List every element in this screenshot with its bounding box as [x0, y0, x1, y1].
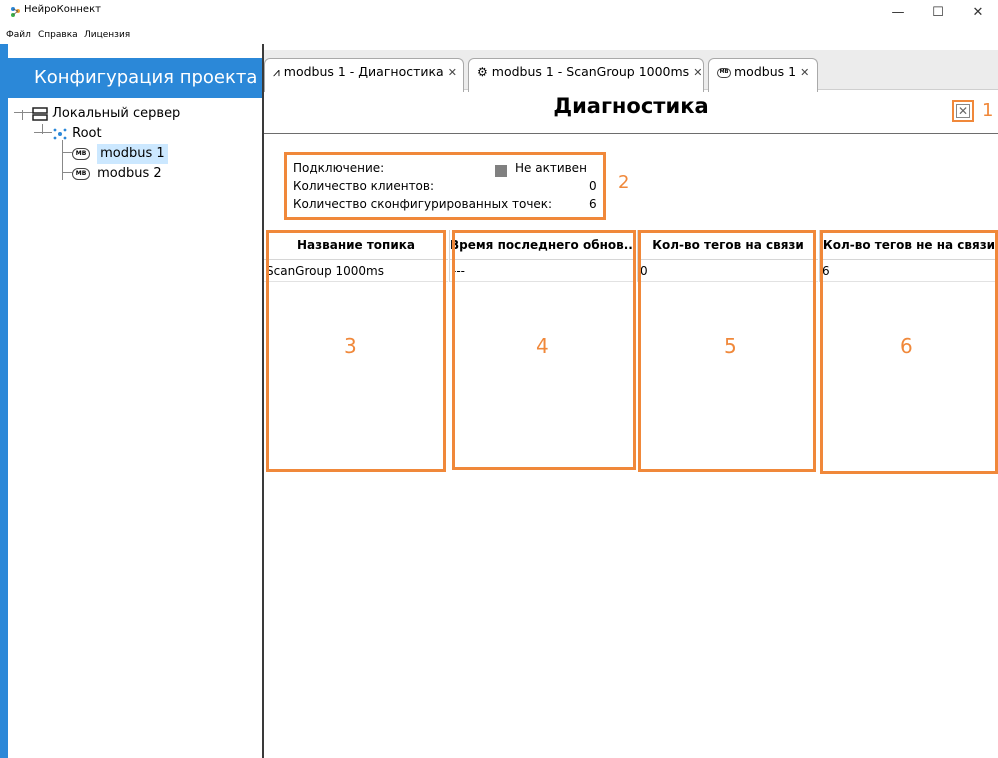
- tree-item-label: Root: [72, 126, 102, 141]
- annotation-number: 4: [536, 334, 549, 358]
- tree-connector: [14, 112, 34, 113]
- app-logo-icon: [11, 7, 20, 17]
- clients-label: Количество клиентов:: [293, 179, 435, 193]
- server-icon: [32, 107, 48, 121]
- connection-label: Подключение:: [293, 161, 385, 175]
- scangroup-icon: ⚙: [477, 65, 488, 79]
- menu-bar: Файл Справка Лицензия: [0, 28, 998, 44]
- tree-item-modbus-2[interactable]: MB modbus 2: [72, 164, 162, 184]
- annotation-number: 1: [982, 100, 994, 121]
- close-window-button[interactable]: ✕: [958, 2, 998, 24]
- tab-label: modbus 1 - ScanGroup 1000ms: [491, 64, 690, 79]
- annotation-frame-1: ✕: [952, 100, 974, 122]
- app-window: НейроКоннект — ☐ ✕ Файл Справка Лицензия…: [0, 0, 998, 758]
- tree-item-label: modbus 1: [97, 144, 168, 164]
- tree-item-local-server[interactable]: Локальный сервер: [32, 104, 180, 124]
- tab-close-icon[interactable]: ✕: [448, 66, 457, 79]
- annotation-number: 5: [724, 334, 737, 358]
- connection-info-panel: Подключение: Не активен Количество клиен…: [284, 152, 606, 220]
- diagnostics-header: Диагностика ✕ 1: [264, 90, 998, 134]
- modbus-icon: MB: [717, 67, 731, 78]
- page-title: Диагностика: [553, 94, 709, 118]
- menu-license[interactable]: Лицензия: [84, 30, 130, 40]
- tab-close-icon[interactable]: ✕: [800, 66, 809, 79]
- sidebar: Конфигурация проекта Локальный сервер Ro…: [8, 44, 264, 758]
- annotation-number: 6: [900, 334, 913, 358]
- tab-strip: ⩘ modbus 1 - Диагностика ✕ ⚙ modbus 1 - Sca…: [264, 50, 998, 92]
- tab-close-icon[interactable]: ✕: [693, 66, 702, 79]
- tab-scangroup[interactable]: ⚙ modbus 1 - ScanGroup 1000ms ✕: [468, 58, 704, 92]
- menu-help[interactable]: Справка: [38, 30, 78, 40]
- diagnostics-icon: ⩘: [273, 65, 280, 79]
- tab-label: modbus 1: [734, 64, 797, 79]
- connection-status: Не активен: [515, 161, 587, 175]
- points-count: 6: [589, 197, 597, 211]
- close-panel-icon[interactable]: ✕: [956, 104, 970, 118]
- title-bar: НейроКоннект — ☐ ✕: [0, 0, 998, 28]
- content-pane: ⩘ modbus 1 - Диагностика ✕ ⚙ modbus 1 - Sca…: [264, 44, 998, 758]
- modbus-icon: MB: [72, 148, 90, 160]
- tree-item-label: Локальный сервер: [52, 106, 181, 121]
- status-indicator-icon: [495, 165, 507, 177]
- annotation-number: 2: [618, 172, 630, 193]
- tree-item-modbus-1[interactable]: MB modbus 1: [72, 144, 168, 164]
- tab-label: modbus 1 - Диагностика: [283, 64, 444, 79]
- tab-diagnostics[interactable]: ⩘ modbus 1 - Диагностика ✕: [264, 58, 464, 92]
- tree-item-root[interactable]: Root: [52, 124, 102, 144]
- modbus-icon: MB: [72, 168, 90, 180]
- points-label: Количество сконфигурированных точек:: [293, 197, 553, 211]
- root-network-icon: [53, 128, 67, 140]
- sidebar-header: Конфигурация проекта: [8, 58, 262, 98]
- maximize-button[interactable]: ☐: [918, 2, 958, 24]
- menu-file[interactable]: Файл: [6, 30, 31, 40]
- window-title: НейроКоннект: [24, 4, 101, 15]
- minimize-button[interactable]: —: [878, 2, 918, 24]
- tree-connector: [62, 172, 72, 173]
- tree-connector: [62, 152, 72, 153]
- tree-connector: [34, 132, 52, 133]
- clients-count: 0: [589, 179, 597, 193]
- annotation-number: 3: [344, 334, 357, 358]
- tab-modbus-1[interactable]: MB modbus 1 ✕: [708, 58, 818, 92]
- sidebar-accent: [0, 44, 8, 758]
- tree-item-label: modbus 2: [97, 166, 162, 181]
- tree-connector: [62, 140, 63, 180]
